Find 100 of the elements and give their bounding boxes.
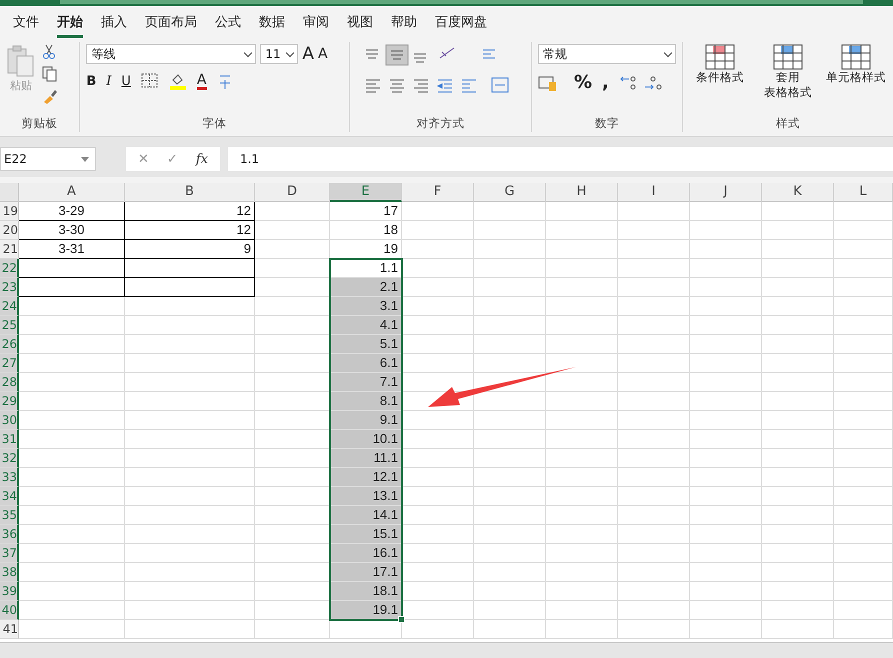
font-color-button[interactable]: A [196, 72, 206, 90]
column-header[interactable]: A [19, 183, 125, 202]
row-header[interactable]: 31 [0, 430, 19, 449]
column-header[interactable]: F [402, 183, 474, 202]
table-style-icon [705, 44, 735, 70]
table-cell [762, 202, 834, 221]
row-header[interactable]: 25 [0, 316, 19, 335]
column-header[interactable]: I [618, 183, 690, 202]
comma-button[interactable]: , [602, 72, 609, 93]
ribbon-tab[interactable]: 视图 [338, 9, 382, 35]
ribbon-tab[interactable]: 插入 [92, 9, 136, 35]
formula-bar-button[interactable]: fx [196, 152, 208, 166]
borders-icon[interactable] [140, 73, 159, 89]
table-cell [834, 221, 893, 240]
ribbon-tab[interactable]: 文件 [4, 9, 48, 35]
row-header[interactable]: 29 [0, 392, 19, 411]
table-cell [402, 259, 474, 278]
increase-font-button[interactable]: A [302, 44, 314, 64]
copy-icon[interactable] [42, 66, 58, 82]
table-cell [402, 221, 474, 240]
table-cell [762, 449, 834, 468]
table-style-icon [773, 44, 803, 70]
ribbon-tab[interactable]: 数据 [250, 9, 294, 35]
ribbon-tab[interactable]: 公式 [206, 9, 250, 35]
style-button[interactable]: 套用 表格格式 [757, 44, 819, 100]
table-cell [402, 487, 474, 506]
row-header[interactable]: 30 [0, 411, 19, 430]
table-cell [618, 259, 690, 278]
column-header[interactable]: E [330, 183, 402, 202]
decrease-font-button[interactable]: A [318, 46, 328, 62]
row-header[interactable]: 27 [0, 354, 19, 373]
table-style-icon [841, 44, 871, 70]
table-cell [690, 392, 762, 411]
fill-color-icon[interactable] [168, 72, 187, 90]
row-header[interactable]: 41 [0, 620, 19, 639]
row-header[interactable]: 37 [0, 544, 19, 563]
row-header[interactable]: 32 [0, 449, 19, 468]
font-family-dropdown[interactable]: 等线 [86, 44, 256, 64]
table-cell [762, 373, 834, 392]
ribbon-tab[interactable]: 开始 [48, 9, 92, 35]
table-cell [402, 316, 474, 335]
row-header[interactable]: 36 [0, 525, 19, 544]
table-cell: 18.1 [330, 582, 402, 601]
ribbon-tab[interactable]: 页面布局 [136, 9, 206, 35]
row-header[interactable]: 24 [0, 297, 19, 316]
bold-button[interactable]: B [86, 74, 96, 88]
ribbon-tab[interactable]: 帮助 [382, 9, 426, 35]
row-header[interactable]: 38 [0, 563, 19, 582]
row-header[interactable]: 39 [0, 582, 19, 601]
style-button[interactable]: 条件格式 [689, 44, 751, 85]
table-cell [690, 240, 762, 259]
italic-button[interactable]: I [106, 74, 112, 88]
table-cell: 10.1 [330, 430, 402, 449]
column-header[interactable]: K [762, 183, 834, 202]
row-header[interactable]: 19 [0, 202, 19, 221]
table-cell [690, 506, 762, 525]
column-header[interactable]: D [255, 183, 330, 202]
row-header[interactable]: 35 [0, 506, 19, 525]
table-cell [402, 525, 474, 544]
table-cell [762, 392, 834, 411]
row-header[interactable]: 22 [0, 259, 19, 278]
percent-button[interactable]: % [574, 72, 592, 93]
table-cell [618, 487, 690, 506]
column-header[interactable]: H [546, 183, 618, 202]
format-painter-icon[interactable] [42, 88, 58, 104]
table-cell [834, 620, 893, 639]
ribbon-tab[interactable]: 审阅 [294, 9, 338, 35]
table-cell [474, 468, 546, 487]
table-cell [834, 202, 893, 221]
table-cell [546, 240, 618, 259]
table-cell [762, 240, 834, 259]
fill-handle[interactable] [398, 616, 405, 623]
table-cell [618, 335, 690, 354]
table-cell [834, 392, 893, 411]
row-header[interactable]: 21 [0, 240, 19, 259]
row-header[interactable]: 40 [0, 601, 19, 620]
table-cell [402, 449, 474, 468]
row-header[interactable]: 26 [0, 335, 19, 354]
formula-field[interactable]: 1.1 [228, 147, 893, 171]
column-header[interactable]: L [834, 183, 893, 202]
table-cell [690, 373, 762, 392]
row-header[interactable]: 34 [0, 487, 19, 506]
column-header[interactable]: J [690, 183, 762, 202]
underline-button[interactable]: U [121, 74, 131, 88]
style-label: 套用 [776, 70, 800, 85]
row-header[interactable]: 28 [0, 373, 19, 392]
column-header[interactable]: B [125, 183, 255, 202]
style-button[interactable]: 单元格样式 [825, 44, 887, 85]
table-cell [834, 259, 893, 278]
column-header[interactable]: G [474, 183, 546, 202]
row-header[interactable]: 23 [0, 278, 19, 297]
ribbon-tab[interactable]: 百度网盘 [426, 9, 496, 35]
name-box[interactable]: E22 [0, 147, 96, 171]
table-cell [834, 525, 893, 544]
table-cell [402, 544, 474, 563]
font-size-dropdown[interactable]: 11 [260, 44, 298, 64]
row-header[interactable]: 33 [0, 468, 19, 487]
number-format-dropdown[interactable]: 常规 [538, 44, 676, 64]
table-cell [690, 297, 762, 316]
row-header[interactable]: 20 [0, 221, 19, 240]
